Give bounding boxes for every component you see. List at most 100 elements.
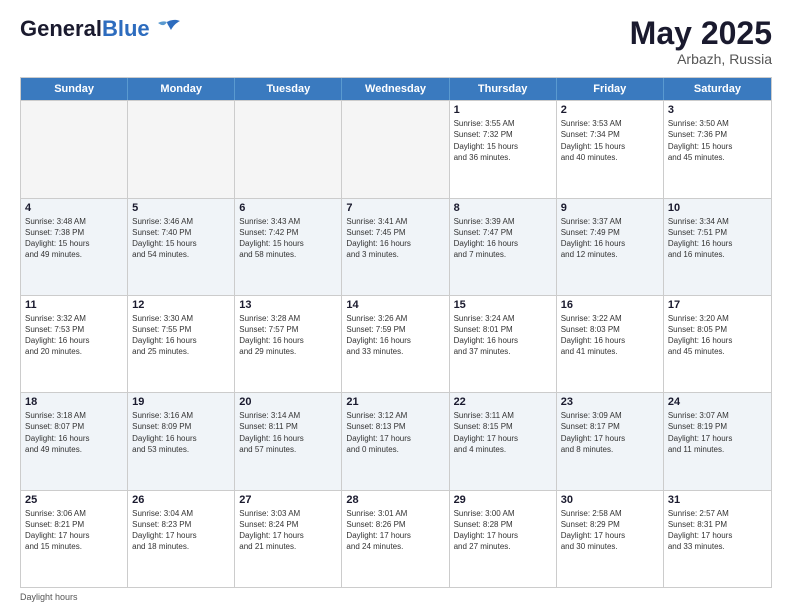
cal-cell-day-28: 28Sunrise: 3:01 AM Sunset: 8:26 PM Dayli… (342, 491, 449, 587)
cal-cell-day-4: 4 Sunrise: 3:48 AM Sunset: 7:38 PM Daylig… (21, 199, 128, 295)
day-info: Sunrise: 3:06 AM Sunset: 8:21 PM Dayligh… (25, 508, 123, 553)
cal-cell-day-16: 16 Sunrise: 3:22 AM Sunset: 8:03 PM Dayli… (557, 296, 664, 392)
day-number: 27 (239, 494, 337, 506)
cal-cell-day-22: 22Sunrise: 3:11 AM Sunset: 8:15 PM Dayli… (450, 393, 557, 489)
cal-cell-empty (342, 101, 449, 197)
daylight-hours-label: Daylight hours (20, 592, 78, 602)
cal-cell-day-5: 5 Sunrise: 3:46 AM Sunset: 7:40 PM Daylig… (128, 199, 235, 295)
day-number: 18 (25, 396, 123, 408)
day-info: Sunrise: 3:30 AM Sunset: 7:55 PM Dayligh… (132, 313, 230, 358)
cal-cell-empty (128, 101, 235, 197)
calendar-body: 1 Sunrise: 3:55 AM Sunset: 7:32 PM Daylig… (21, 100, 771, 587)
day-number: 15 (454, 299, 552, 311)
day-number: 2 (561, 104, 659, 116)
day-number: 31 (668, 494, 767, 506)
cal-cell-day-6: 6 Sunrise: 3:43 AM Sunset: 7:42 PM Daylig… (235, 199, 342, 295)
day-number: 6 (239, 202, 337, 214)
day-info: Sunrise: 3:53 AM Sunset: 7:34 PM Dayligh… (561, 118, 659, 163)
day-number: 16 (561, 299, 659, 311)
day-number: 24 (668, 396, 767, 408)
cal-cell-day-15: 15Sunrise: 3:24 AM Sunset: 8:01 PM Dayli… (450, 296, 557, 392)
day-number: 1 (454, 104, 552, 116)
title-block: May 2025 Arbazh, Russia (630, 16, 772, 67)
cal-cell-day-20: 20 Sunrise: 3:14 AM Sunset: 8:11 PM Dayli… (235, 393, 342, 489)
day-info: Sunrise: 3:12 AM Sunset: 8:13 PM Dayligh… (346, 410, 444, 455)
cal-cell-empty (235, 101, 342, 197)
day-info: Sunrise: 3:16 AM Sunset: 8:09 PM Dayligh… (132, 410, 230, 455)
footer-note: Daylight hours (20, 592, 772, 602)
location: Arbazh, Russia (630, 51, 772, 67)
day-info: Sunrise: 3:18 AM Sunset: 8:07 PM Dayligh… (25, 410, 123, 455)
day-number: 17 (668, 299, 767, 311)
day-info: Sunrise: 3:50 AM Sunset: 7:36 PM Dayligh… (668, 118, 767, 163)
day-info: Sunrise: 3:26 AM Sunset: 7:59 PM Dayligh… (346, 313, 444, 358)
cal-row-4: 18 Sunrise: 3:18 AM Sunset: 8:07 PM Dayli… (21, 392, 771, 489)
day-number: 14 (346, 299, 444, 311)
cal-cell-day-26: 26 Sunrise: 3:04 AM Sunset: 8:23 PM Dayli… (128, 491, 235, 587)
logo-blue: Blue (102, 16, 150, 41)
month-year: May 2025 (630, 16, 772, 51)
col-thursday: Thursday (450, 78, 557, 100)
cal-cell-empty (21, 101, 128, 197)
day-info: Sunrise: 3:07 AM Sunset: 8:19 PM Dayligh… (668, 410, 767, 455)
day-info: Sunrise: 3:09 AM Sunset: 8:17 PM Dayligh… (561, 410, 659, 455)
day-number: 5 (132, 202, 230, 214)
cal-cell-day-14: 14 Sunrise: 3:26 AM Sunset: 7:59 PM Dayli… (342, 296, 449, 392)
cal-cell-day-11: 11Sunrise: 3:32 AM Sunset: 7:53 PM Dayli… (21, 296, 128, 392)
day-number: 29 (454, 494, 552, 506)
col-tuesday: Tuesday (235, 78, 342, 100)
cal-cell-day-7: 7Sunrise: 3:41 AM Sunset: 7:45 PM Daylig… (342, 199, 449, 295)
day-info: Sunrise: 2:57 AM Sunset: 8:31 PM Dayligh… (668, 508, 767, 553)
day-number: 28 (346, 494, 444, 506)
day-number: 26 (132, 494, 230, 506)
cal-cell-day-3: 3 Sunrise: 3:50 AM Sunset: 7:36 PM Daylig… (664, 101, 771, 197)
cal-cell-day-9: 9 Sunrise: 3:37 AM Sunset: 7:49 PM Daylig… (557, 199, 664, 295)
day-info: Sunrise: 3:14 AM Sunset: 8:11 PM Dayligh… (239, 410, 337, 455)
day-number: 20 (239, 396, 337, 408)
logo-bird-icon (153, 18, 181, 40)
day-info: Sunrise: 3:37 AM Sunset: 7:49 PM Dayligh… (561, 216, 659, 261)
cal-cell-day-13: 13 Sunrise: 3:28 AM Sunset: 7:57 PM Dayli… (235, 296, 342, 392)
day-number: 12 (132, 299, 230, 311)
day-info: Sunrise: 3:43 AM Sunset: 7:42 PM Dayligh… (239, 216, 337, 261)
day-number: 11 (25, 299, 123, 311)
day-info: Sunrise: 3:28 AM Sunset: 7:57 PM Dayligh… (239, 313, 337, 358)
cal-row-1: 1 Sunrise: 3:55 AM Sunset: 7:32 PM Daylig… (21, 100, 771, 197)
day-info: Sunrise: 3:34 AM Sunset: 7:51 PM Dayligh… (668, 216, 767, 261)
day-info: Sunrise: 3:22 AM Sunset: 8:03 PM Dayligh… (561, 313, 659, 358)
cal-cell-day-10: 10 Sunrise: 3:34 AM Sunset: 7:51 PM Dayli… (664, 199, 771, 295)
day-info: Sunrise: 3:04 AM Sunset: 8:23 PM Dayligh… (132, 508, 230, 553)
day-number: 10 (668, 202, 767, 214)
day-number: 23 (561, 396, 659, 408)
day-number: 13 (239, 299, 337, 311)
day-info: Sunrise: 3:46 AM Sunset: 7:40 PM Dayligh… (132, 216, 230, 261)
cal-row-2: 4 Sunrise: 3:48 AM Sunset: 7:38 PM Daylig… (21, 198, 771, 295)
calendar-header: Sunday Monday Tuesday Wednesday Thursday… (21, 78, 771, 100)
logo-block: GeneralBlue (20, 16, 181, 42)
page: GeneralBlue May 2025 Arbazh, Russia Sund… (0, 0, 792, 612)
col-monday: Monday (128, 78, 235, 100)
logo-general: General (20, 16, 102, 41)
cal-cell-day-12: 12 Sunrise: 3:30 AM Sunset: 7:55 PM Dayli… (128, 296, 235, 392)
day-info: Sunrise: 2:58 AM Sunset: 8:29 PM Dayligh… (561, 508, 659, 553)
cal-cell-day-25: 25 Sunrise: 3:06 AM Sunset: 8:21 PM Dayli… (21, 491, 128, 587)
cal-cell-day-1: 1 Sunrise: 3:55 AM Sunset: 7:32 PM Daylig… (450, 101, 557, 197)
cal-row-3: 11Sunrise: 3:32 AM Sunset: 7:53 PM Dayli… (21, 295, 771, 392)
day-number: 22 (454, 396, 552, 408)
day-number: 21 (346, 396, 444, 408)
day-number: 3 (668, 104, 767, 116)
day-number: 9 (561, 202, 659, 214)
cal-cell-day-31: 31 Sunrise: 2:57 AM Sunset: 8:31 PM Dayli… (664, 491, 771, 587)
header: GeneralBlue May 2025 Arbazh, Russia (20, 16, 772, 67)
day-number: 8 (454, 202, 552, 214)
col-sunday: Sunday (21, 78, 128, 100)
day-info: Sunrise: 3:55 AM Sunset: 7:32 PM Dayligh… (454, 118, 552, 163)
logo: GeneralBlue (20, 16, 181, 42)
day-info: Sunrise: 3:39 AM Sunset: 7:47 PM Dayligh… (454, 216, 552, 261)
col-wednesday: Wednesday (342, 78, 449, 100)
day-info: Sunrise: 3:48 AM Sunset: 7:38 PM Dayligh… (25, 216, 123, 261)
day-number: 4 (25, 202, 123, 214)
day-number: 25 (25, 494, 123, 506)
logo-text: GeneralBlue (20, 16, 150, 42)
day-info: Sunrise: 3:20 AM Sunset: 8:05 PM Dayligh… (668, 313, 767, 358)
